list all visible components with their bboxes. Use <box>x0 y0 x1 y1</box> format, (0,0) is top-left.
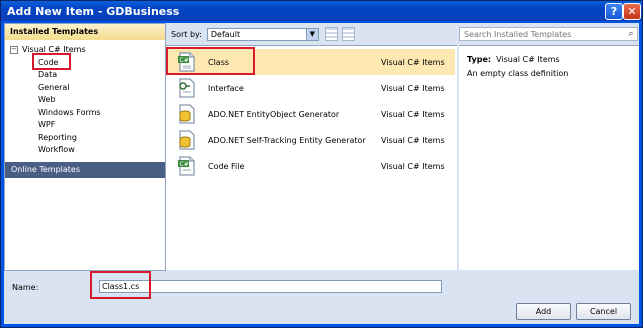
close-icon: ✕ <box>627 5 637 18</box>
interface-icon <box>177 78 197 98</box>
help-button[interactable]: ? <box>605 3 623 20</box>
collapse-icon[interactable]: − <box>10 45 18 54</box>
title-bar[interactable]: Add New Item - GDBusiness ? ✕ <box>1 1 642 21</box>
type-label: Type: <box>467 55 492 64</box>
search-icon[interactable]: ⌕ <box>625 29 637 39</box>
template-row-interface[interactable]: Interface Visual C# Items <box>168 75 455 101</box>
type-value: Visual C# Items <box>496 55 560 64</box>
search-input[interactable] <box>460 28 625 40</box>
sort-by-dropdown[interactable]: Default ▼ <box>206 27 319 41</box>
name-label: Name: <box>12 283 39 292</box>
template-row-ado-net-entityobject-generator[interactable]: ADO.NET EntityObject Generator Visual C#… <box>168 101 455 127</box>
add-button[interactable]: Add <box>516 303 571 320</box>
tree-item-web[interactable]: Web <box>38 95 55 104</box>
medium-icons-view-button[interactable] <box>324 27 338 41</box>
sort-by-value: Default <box>210 29 241 39</box>
tree-item-wpf[interactable]: WPF <box>38 120 55 129</box>
sort-bar: Sort by: Default ▼ <box>165 23 457 45</box>
template-row-code-file[interactable]: C# Code File Visual C# Items <box>168 153 455 179</box>
template-category: Visual C# Items <box>381 57 445 67</box>
template-tree-pane: Installed Templates − Visual C# Items Co… <box>4 23 166 271</box>
type-line: Type: Visual C# Items <box>467 55 560 64</box>
close-button[interactable]: ✕ <box>623 3 641 20</box>
help-icon: ? <box>610 5 618 18</box>
sort-by-label: Sort by: <box>171 29 202 39</box>
highlight-name-callout <box>90 271 151 299</box>
tree-item-windows-forms[interactable]: Windows Forms <box>38 108 101 117</box>
template-category: Visual C# Items <box>381 83 445 93</box>
template-category: Visual C# Items <box>381 161 445 171</box>
tree-item-data[interactable]: Data <box>38 70 57 79</box>
installed-templates-header[interactable]: Installed Templates <box>5 24 165 40</box>
tree-item-workflow[interactable]: Workflow <box>38 145 75 154</box>
template-name: ADO.NET Self-Tracking Entity Generator <box>208 135 366 145</box>
window-title: Add New Item - GDBusiness <box>7 4 180 18</box>
online-templates-item[interactable]: Online Templates <box>5 162 165 178</box>
chevron-down-icon[interactable]: ▼ <box>305 28 318 40</box>
template-description: An empty class definition <box>467 69 569 78</box>
template-name: ADO.NET EntityObject Generator <box>208 109 340 119</box>
tree-item-reporting[interactable]: Reporting <box>38 133 77 142</box>
search-templates-box[interactable]: ⌕ <box>459 27 638 41</box>
highlight-code-callout <box>32 53 71 70</box>
template-details-pane: Type: Visual C# Items An empty class defi… <box>459 45 639 270</box>
template-category: Visual C# Items <box>381 109 445 119</box>
small-icons-view-button[interactable] <box>341 27 355 41</box>
add-new-item-dialog: Add New Item - GDBusiness ? ✕ Installed … <box>0 0 643 328</box>
template-list: C# Class Visual C# Items Interface Visua… <box>166 45 457 270</box>
ado-net-generator-icon <box>177 104 197 124</box>
cancel-button[interactable]: Cancel <box>576 303 631 320</box>
dialog-client-area: Installed Templates − Visual C# Items Co… <box>4 23 639 324</box>
ado-net-generator-icon <box>177 130 197 150</box>
highlight-class-callout <box>166 47 255 75</box>
csharp-code-file-icon: C# <box>177 156 197 176</box>
template-category: Visual C# Items <box>381 135 445 145</box>
template-name: Code File <box>208 161 245 171</box>
template-name: Interface <box>208 83 244 93</box>
template-row-ado-net-self-tracking-entity-generator[interactable]: ADO.NET Self-Tracking Entity Generator V… <box>168 127 455 153</box>
svg-text:C#: C# <box>180 161 189 168</box>
tree-item-general[interactable]: General <box>38 83 70 92</box>
